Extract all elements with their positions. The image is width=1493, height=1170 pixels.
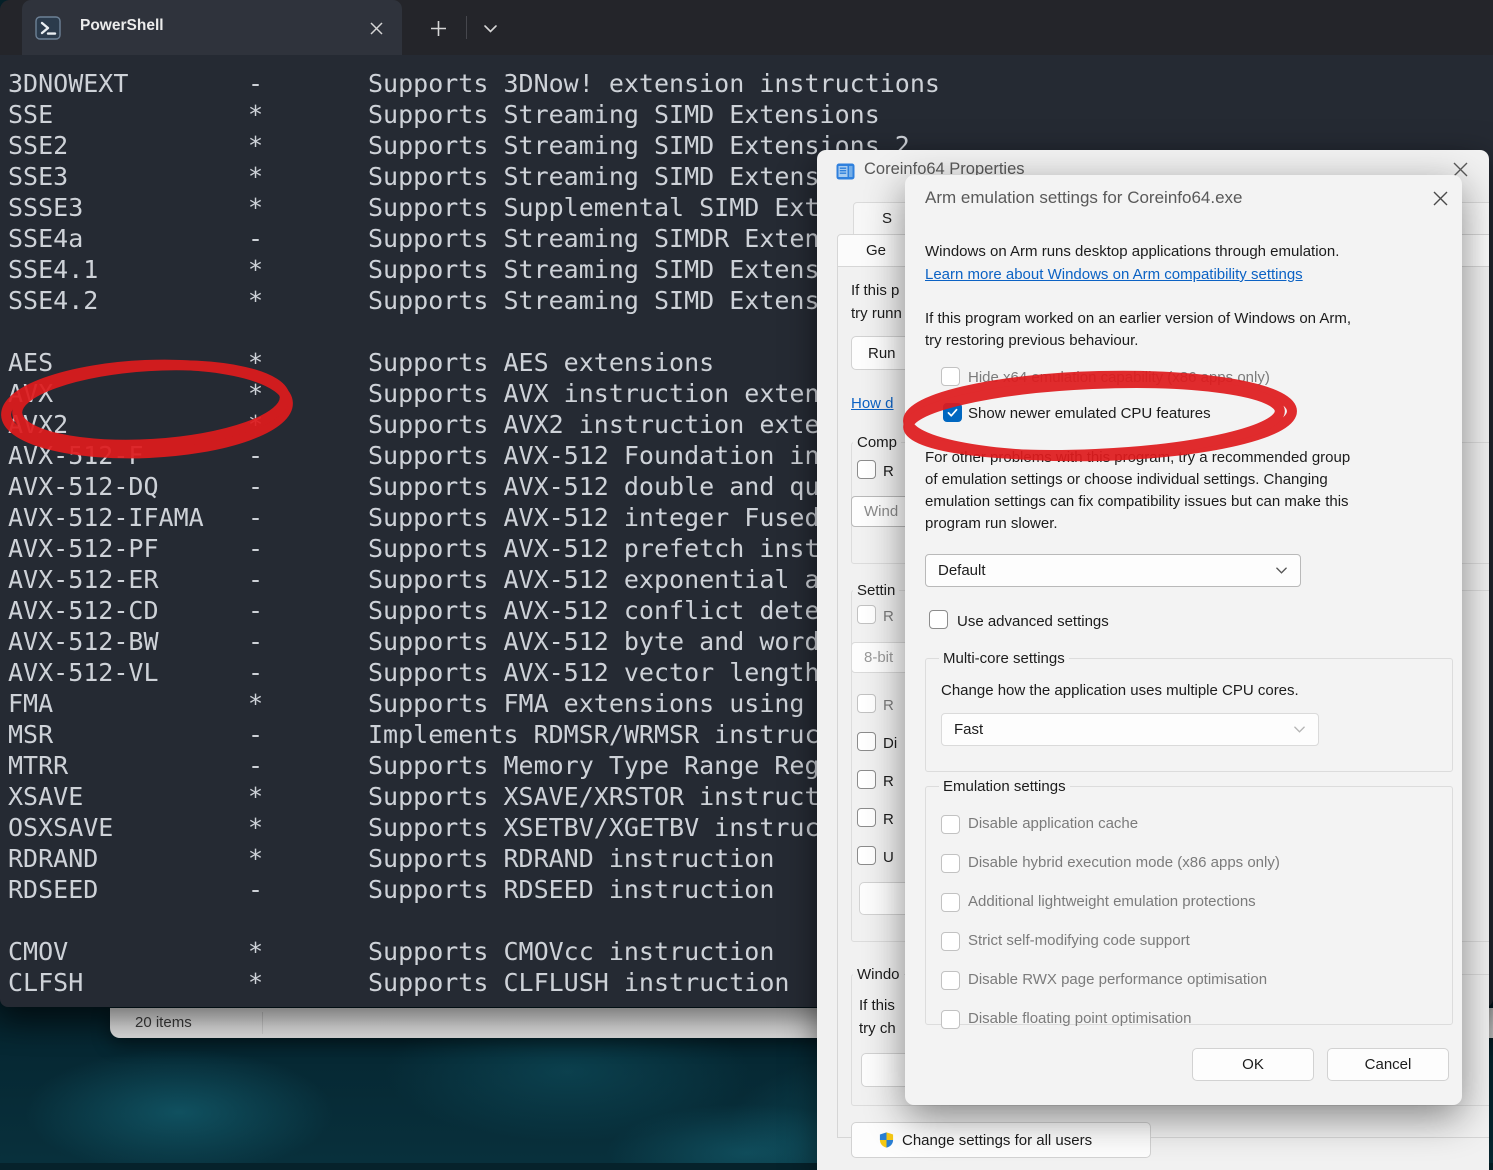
emulation-option-row: Disable hybrid execution mode (x86 apps … bbox=[941, 852, 1280, 874]
tab-powershell[interactable]: PowerShell bbox=[22, 0, 402, 55]
change-settings-all-users-label: Change settings for all users bbox=[902, 1132, 1092, 1149]
emulation-option-checkbox[interactable] bbox=[941, 815, 960, 834]
emulation-option-row: Additional lightweight emulation protect… bbox=[941, 891, 1280, 913]
emulation-preset-dropdown[interactable]: Default bbox=[925, 554, 1301, 587]
tab-bar-divider bbox=[466, 16, 467, 39]
powershell-icon bbox=[34, 14, 62, 42]
show-newer-cpu-label: Show newer emulated CPU features bbox=[968, 403, 1211, 425]
use-advanced-settings-label: Use advanced settings bbox=[957, 611, 1109, 633]
emulation-option-checkbox[interactable] bbox=[941, 893, 960, 912]
tab-fragment-2: Ge bbox=[866, 240, 886, 262]
check-icon bbox=[946, 406, 959, 419]
emulation-option-checkbox[interactable] bbox=[941, 932, 960, 951]
emulation-option-row: Disable RWX page performance optimisatio… bbox=[941, 969, 1280, 991]
arm-emulation-dialog: Arm emulation settings for Coreinfo64.ex… bbox=[905, 175, 1462, 1105]
disable-fullscreen-label: Di bbox=[883, 733, 897, 755]
emulation-option-checkbox[interactable] bbox=[941, 854, 960, 873]
show-newer-cpu-checkbox[interactable] bbox=[943, 403, 962, 422]
change-settings-all-users-button[interactable]: Change settings for all users bbox=[851, 1122, 1151, 1158]
tab-title: PowerShell bbox=[80, 17, 164, 35]
emulation-option-checkbox[interactable] bbox=[941, 971, 960, 990]
tab-close-icon[interactable] bbox=[362, 14, 390, 42]
register-restart-label: R bbox=[883, 809, 894, 831]
windows-group-line-1: If this bbox=[859, 995, 895, 1017]
emulation-option-label: Disable hybrid execution mode (x86 apps … bbox=[968, 852, 1280, 874]
compat-intro-line-1: If this p bbox=[851, 280, 899, 302]
cancel-button[interactable]: Cancel bbox=[1327, 1048, 1449, 1081]
register-restart-checkbox[interactable] bbox=[857, 808, 876, 827]
compat-intro-line-2: try runn bbox=[851, 303, 902, 325]
windows-group-line-2: try ch bbox=[859, 1018, 896, 1040]
use-advanced-settings-checkbox[interactable] bbox=[929, 610, 948, 629]
uac-shield-icon bbox=[878, 1131, 895, 1149]
chevron-down-icon bbox=[1293, 723, 1306, 736]
reduced-color-label: R bbox=[883, 606, 894, 628]
compat-mode-checkbox-label: R bbox=[883, 461, 894, 483]
multicore-value: Fast bbox=[954, 721, 983, 738]
resolution-checkbox[interactable] bbox=[857, 694, 876, 713]
compat-mode-checkbox[interactable] bbox=[857, 460, 876, 479]
use-legacy-label: U bbox=[883, 847, 894, 869]
emulation-group-label: Emulation settings bbox=[939, 778, 1070, 795]
emulation-option-label: Additional lightweight emulation protect… bbox=[968, 891, 1256, 913]
tab-dropdown-chevron-icon[interactable] bbox=[476, 14, 504, 42]
settings-group-label: Settin bbox=[853, 582, 899, 599]
status-bar-divider bbox=[262, 1012, 263, 1034]
run-as-admin-label: R bbox=[883, 771, 894, 793]
windows-group-label: Windo bbox=[853, 966, 904, 983]
coreinfo-app-icon bbox=[835, 161, 856, 187]
restore-behaviour-text: If this program worked on an earlier ver… bbox=[925, 308, 1351, 352]
emulation-option-label: Disable application cache bbox=[968, 813, 1138, 835]
how-do-i-choose-link[interactable]: How d bbox=[851, 393, 894, 415]
arm-intro-text: Windows on Arm runs desktop applications… bbox=[925, 241, 1339, 263]
explorer-item-count: 20 items bbox=[135, 1014, 192, 1031]
resolution-checkbox-label: R bbox=[883, 695, 894, 717]
hide-x64-label: Hide x64 emulation capability (x86 apps … bbox=[968, 367, 1270, 389]
emulation-option-checkbox[interactable] bbox=[941, 1010, 960, 1029]
emulation-option-label: Disable floating point optimisation bbox=[968, 1008, 1191, 1030]
chevron-down-icon bbox=[1275, 564, 1288, 577]
new-tab-icon[interactable] bbox=[424, 14, 452, 42]
terminal-row: 3DNOWEXT-Supports 3DNow! extension instr… bbox=[8, 68, 1488, 99]
arm-dialog-close-icon[interactable] bbox=[1431, 189, 1450, 213]
run-as-admin-checkbox[interactable] bbox=[857, 770, 876, 789]
terminal-row: SSE*Supports Streaming SIMD Extensions bbox=[8, 99, 1488, 130]
hide-x64-checkbox[interactable] bbox=[941, 367, 960, 386]
learn-more-link[interactable]: Learn more about Windows on Arm compatib… bbox=[925, 264, 1303, 286]
multicore-desc: Change how the application uses multiple… bbox=[941, 680, 1299, 702]
reduced-color-checkbox[interactable] bbox=[857, 605, 876, 624]
emulation-option-label: Disable RWX page performance optimisatio… bbox=[968, 969, 1267, 991]
use-legacy-checkbox[interactable] bbox=[857, 846, 876, 865]
ok-button[interactable]: OK bbox=[1192, 1048, 1314, 1081]
multicore-group-label: Multi-core settings bbox=[939, 650, 1069, 667]
emulation-preset-value: Default bbox=[938, 562, 986, 579]
tab-fragment-1: S bbox=[882, 208, 892, 230]
terminal-tab-bar: PowerShell bbox=[0, 0, 1493, 55]
emulation-option-row: Disable application cache bbox=[941, 813, 1280, 835]
multicore-dropdown[interactable]: Fast bbox=[941, 713, 1319, 746]
other-problems-text: For other problems with this program, tr… bbox=[925, 447, 1350, 535]
arm-dialog-title: Arm emulation settings for Coreinfo64.ex… bbox=[925, 188, 1243, 208]
emulation-option-row: Disable floating point optimisation bbox=[941, 1008, 1280, 1030]
disable-fullscreen-checkbox[interactable] bbox=[857, 732, 876, 751]
compatibility-mode-label: Comp bbox=[853, 434, 901, 451]
emulation-options-list: Disable application cache Disable hybrid… bbox=[941, 813, 1280, 1030]
emulation-option-row: Strict self-modifying code support bbox=[941, 930, 1280, 952]
emulation-option-label: Strict self-modifying code support bbox=[968, 930, 1190, 952]
